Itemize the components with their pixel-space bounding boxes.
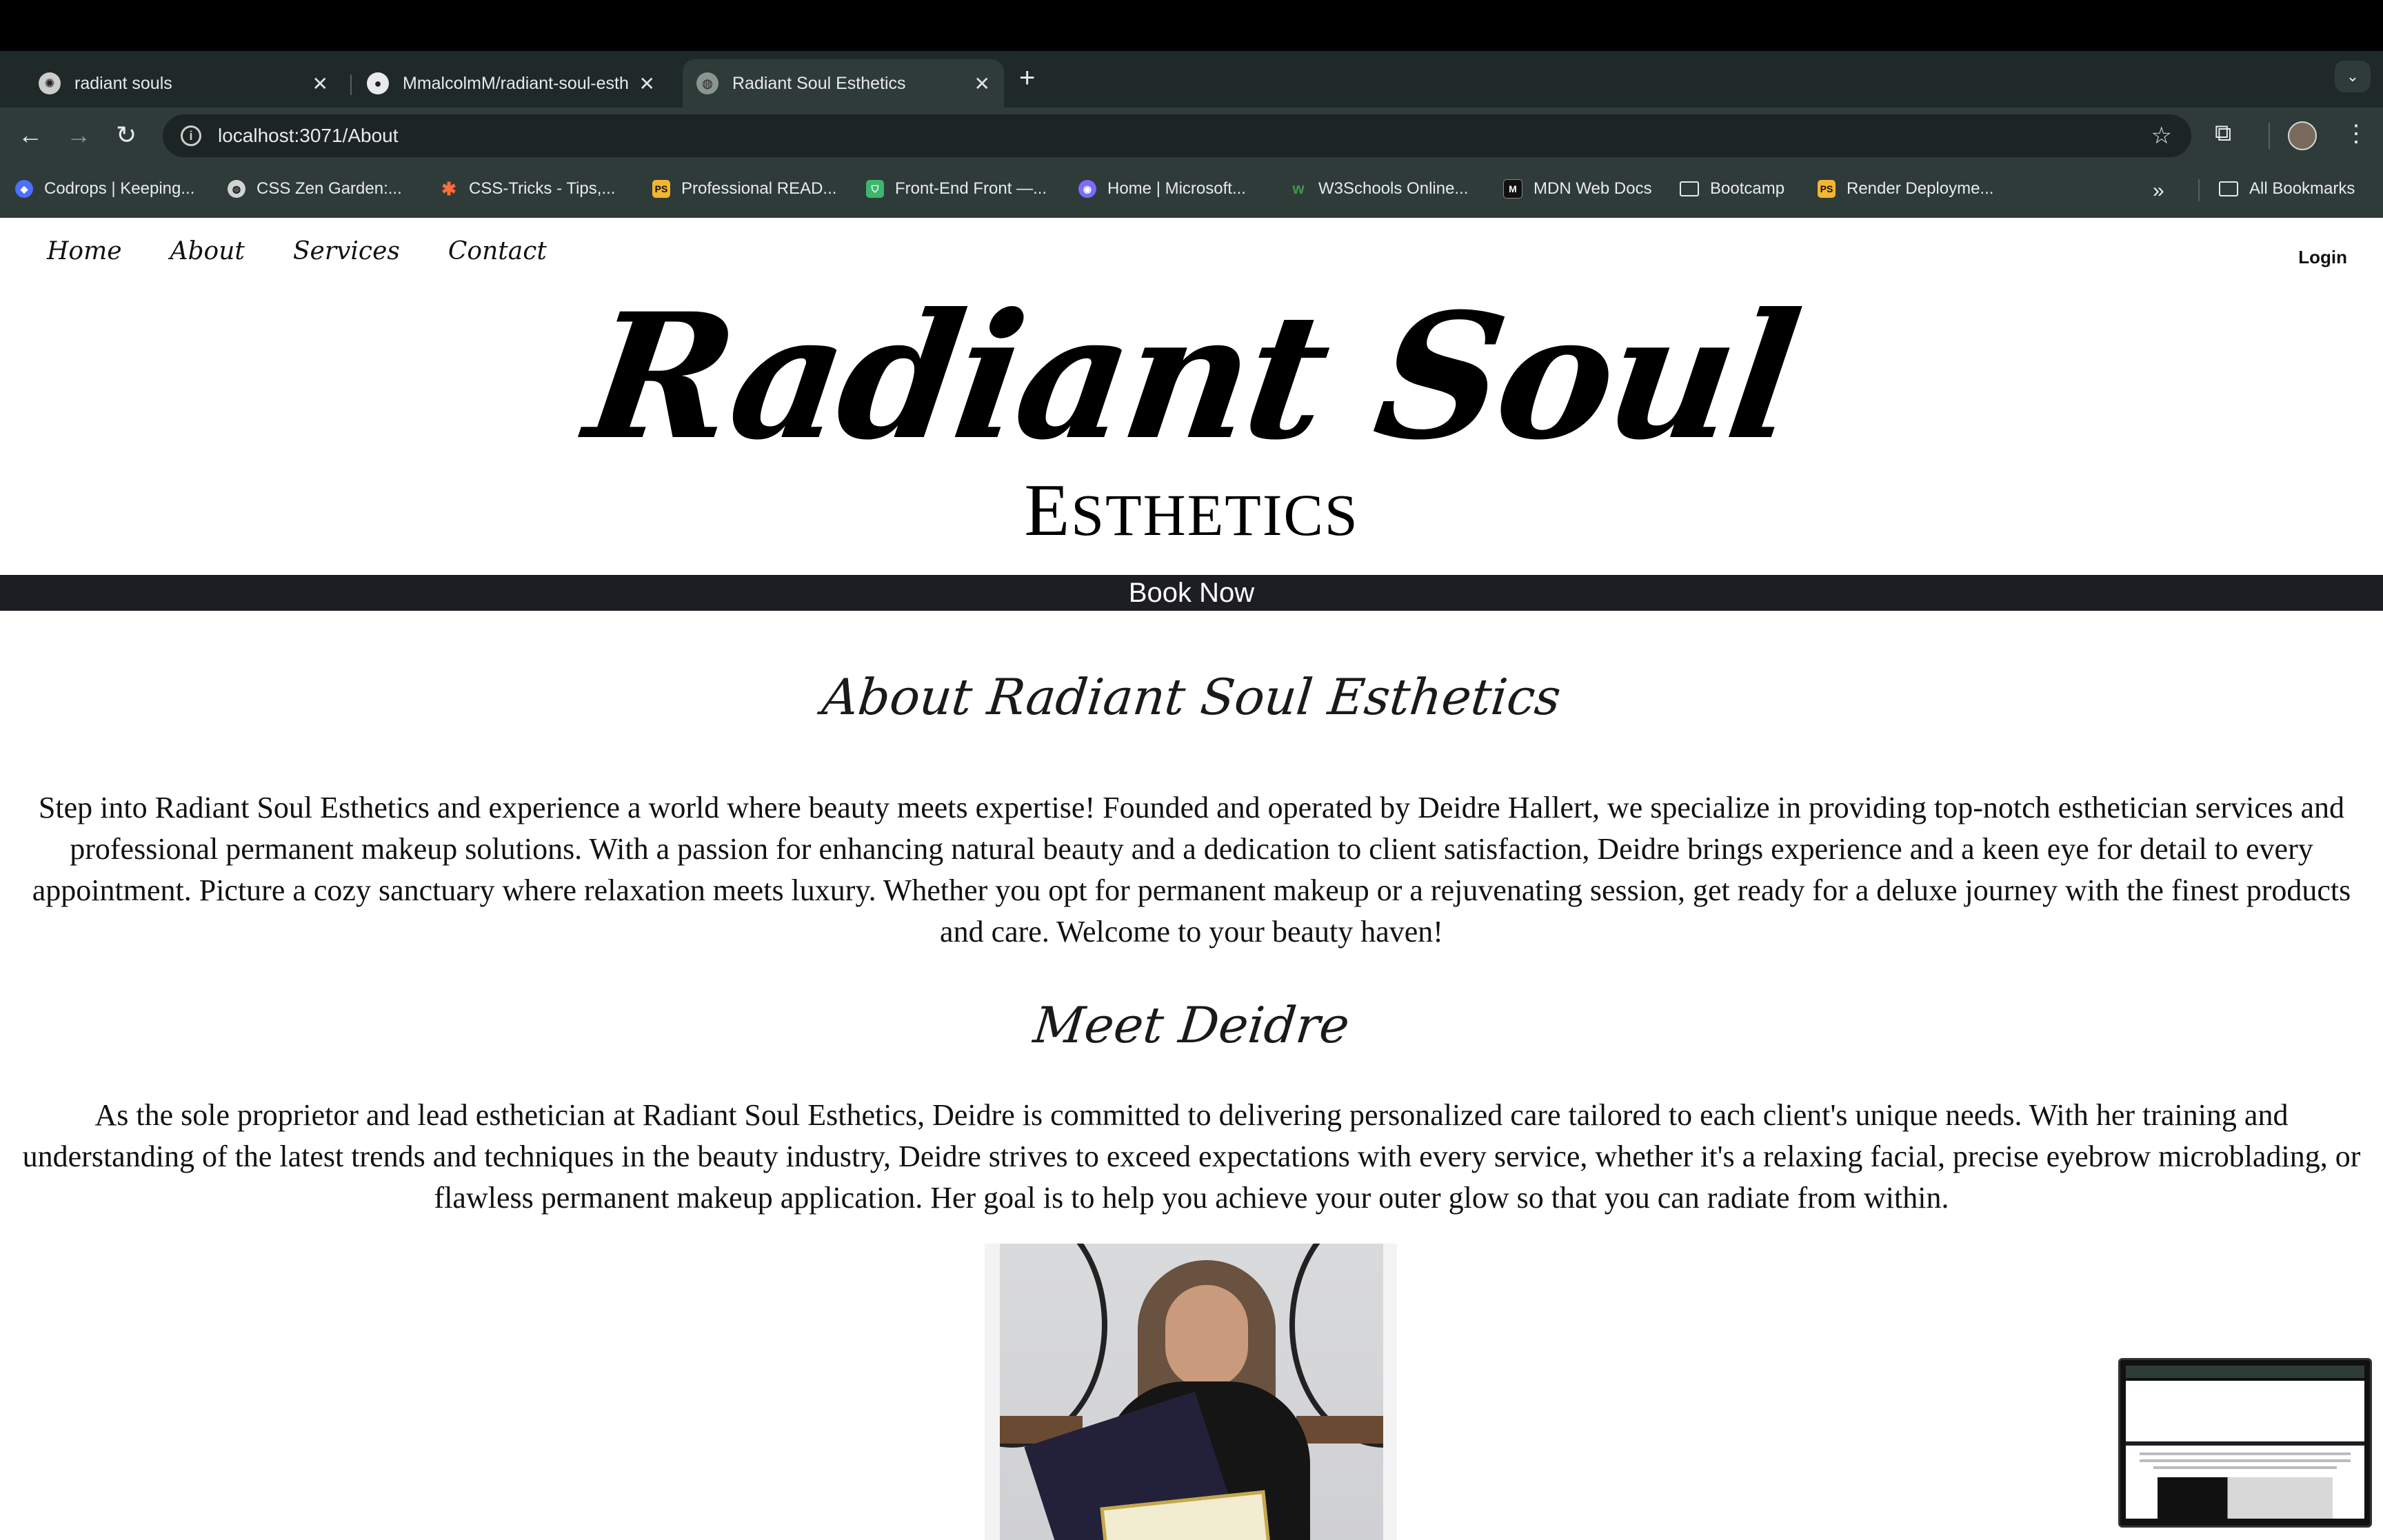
browser-toolbar: ← → ↻ i localhost:3071/About ☆ ⧉ ⋮ [0,108,2383,164]
reload-icon[interactable]: ↻ [116,121,137,149]
bookmark-professional-readme[interactable]: PS Professional READ... [652,179,836,199]
logo-sub-initial: E [1024,469,1072,551]
shelf-right [1296,1416,1383,1443]
star-icon: ✱ [441,178,456,199]
bookmarks-bar: ◆ Codrops | Keeping... ◍ CSS Zen Garden:… [0,164,2383,219]
bookmark-css-zen-garden[interactable]: ◍ CSS Zen Garden:... [228,179,402,199]
tab-search-chevron-icon[interactable]: ⌄ [2335,61,2371,92]
nav-home-link[interactable]: Home [47,237,122,265]
tab-separator [350,74,352,95]
nav-contact-link[interactable]: Contact [448,237,547,265]
pip-logo-mark [2202,1393,2291,1417]
address-bar[interactable]: i localhost:3071/About ☆ [163,114,2191,157]
bookmark-mdn[interactable]: M MDN Web Docs [1503,179,1652,199]
pip-text-line [2153,1466,2337,1469]
mdn-icon: M [1503,179,1522,199]
bookmark-css-tricks[interactable]: ✱ CSS-Tricks - Tips,... [440,179,615,199]
bookmark-star-icon[interactable]: ☆ [2151,122,2172,150]
new-tab-icon[interactable]: + [1019,62,1035,94]
bookmark-microsoft[interactable]: ◉ Home | Microsoft... [1078,179,1246,199]
tab-title: Radiant Soul Esthetics [732,73,906,93]
folder-icon [2219,181,2238,196]
deidre-photo [1000,1244,1383,1540]
bookmark-label: All Bookmarks [2249,179,2355,198]
tab-title: radiant souls [74,73,172,93]
folder-icon [1680,181,1699,196]
web-page: Home About Services Contact Login Radian… [0,218,2383,1540]
bookmark-label: W3Schools Online... [1318,179,1469,198]
bookmark-label: Professional READ... [681,179,837,198]
pip-page-thumbnail [2126,1381,2364,1519]
tab-radiant-souls[interactable]: ✺ radiant souls ✕ [25,59,342,108]
readme-icon: PS [1818,180,1836,198]
back-icon[interactable]: ← [18,121,43,149]
nav-about-link[interactable]: About [170,237,245,265]
login-link[interactable]: Login [2298,247,2347,268]
tab-title: MmalcolmM/radiant-soul-esthetics [403,73,628,93]
bookmark-label: Home | Microsoft... [1107,179,1246,198]
tab-radiant-soul-esthetics[interactable]: ◍ Radiant Soul Esthetics ✕ [683,59,1004,108]
book-now-button[interactable]: Book Now [0,575,2383,611]
tab-strip: ✺ radiant souls ✕ ● MmalcolmM/radiant-so… [0,51,2383,108]
logo-sub-rest: STHETICS [1071,482,1359,548]
forward-icon[interactable]: → [66,121,91,149]
microsoft-icon: ◉ [1078,180,1096,198]
picture-in-picture-preview[interactable] [2118,1358,2372,1528]
bookmark-label: Codrops | Keeping... [44,179,195,198]
deidre-photo-frame [985,1244,1397,1540]
bookmark-folder-bootcamp[interactable]: Bootcamp [1680,179,1784,199]
menu-kebab-icon[interactable]: ⋮ [2344,120,2368,148]
all-bookmarks-folder[interactable]: All Bookmarks [2219,179,2355,199]
bookmark-w3schools[interactable]: w W3Schools Online... [1289,179,1468,199]
pip-book-bar [2126,1441,2364,1446]
about-heading: About Radiant Soul Esthetics [819,668,1564,726]
close-icon[interactable]: ✕ [974,72,990,95]
meet-paragraph: As the sole proprietor and lead esthetic… [22,1098,2361,1215]
system-top-bar [0,0,2383,51]
bookmark-label: Bootcamp [1710,179,1785,198]
site-nav: Home About Services Contact [47,237,547,265]
nav-services-link[interactable]: Services [293,237,400,265]
bookmark-label: MDN Web Docs [1534,179,1652,198]
tab-github-repo[interactable]: ● MmalcolmM/radiant-soul-esthetics ✕ [353,59,669,108]
bookmark-label: CSS Zen Garden:... [257,179,402,198]
profile-avatar[interactable] [2288,121,2317,150]
bookmarks-divider [2198,179,2200,201]
bookmark-label: CSS-Tricks - Tips,... [469,179,616,198]
pip-salon-image [2158,1477,2333,1519]
extensions-icon[interactable]: ⧉ [2215,120,2231,147]
bookmark-label: Front-End Front —... [895,179,1047,198]
w3schools-icon: w [1292,180,1305,197]
pip-text-line [2140,1459,2351,1462]
shield-icon: ⛉ [866,180,884,198]
about-paragraph: Step into Radiant Soul Esthetics and exp… [32,791,2351,949]
pip-text-line [2140,1452,2351,1455]
bookmark-render-deployment[interactable]: PS Render Deployme... [1818,179,1993,199]
github-icon: ● [367,72,389,94]
close-icon[interactable]: ✕ [312,72,328,95]
meet-heading: Meet Deidre [1030,996,1353,1054]
codrops-icon: ◆ [15,180,33,198]
logo-script-text: Radiant Soul [576,275,1807,478]
toolbar-divider [2269,123,2270,149]
site-info-icon[interactable]: i [181,125,201,146]
bookmark-label: Render Deployme... [1847,179,1994,198]
logo-subtitle: ESTHETICS [0,473,2383,553]
url-text: localhost:3071/About [218,125,399,146]
pip-browser-bar [2126,1366,2364,1378]
readme-icon: PS [652,180,670,198]
openai-icon: ✺ [39,72,61,94]
more-bookmarks-chevron-icon[interactable]: » [2153,179,2164,203]
bookmark-front-end-front[interactable]: ⛉ Front-End Front —... [866,179,1047,199]
globe-icon: ◍ [228,180,245,198]
person-face [1165,1285,1248,1388]
globe-icon: ◍ [696,72,718,94]
bookmark-codrops[interactable]: ◆ Codrops | Keeping... [15,179,194,199]
close-icon[interactable]: ✕ [639,72,655,95]
